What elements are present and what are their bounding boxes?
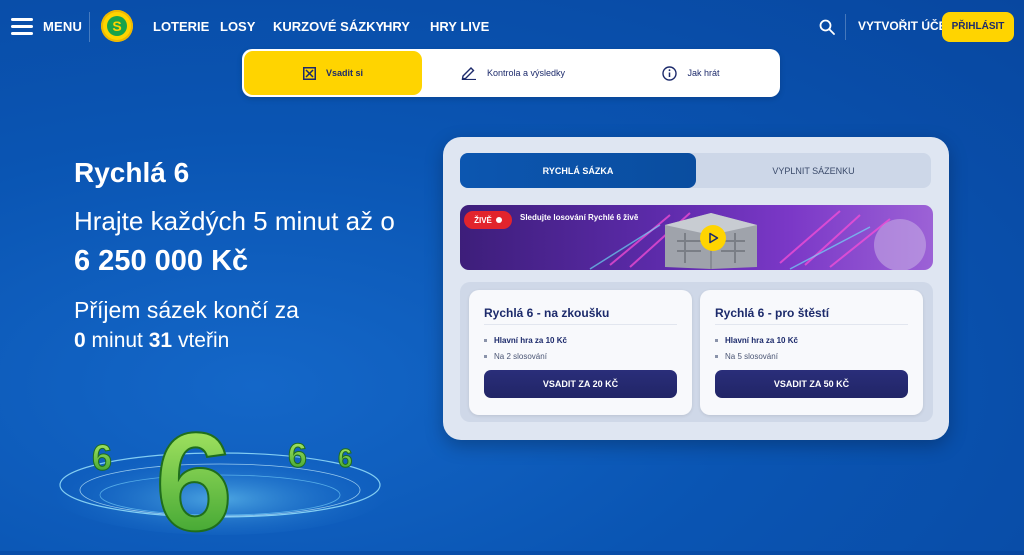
countdown-minutes: 0 xyxy=(74,329,86,352)
tab-vsadit-si[interactable]: Vsadit si xyxy=(244,51,422,95)
countdown-seconds: 31 xyxy=(148,329,173,352)
bet-card-draws: Na 5 slosování xyxy=(715,352,778,361)
svg-text:6: 6 xyxy=(338,443,352,473)
bet-card-main-game: Hlavní hra za 10 Kč xyxy=(715,336,798,345)
sazka-logo[interactable]: S xyxy=(101,10,133,42)
game-subtitle: Hrajte každých 5 minut až o xyxy=(74,206,395,236)
countdown-label: Příjem sázek končí za xyxy=(74,297,299,323)
bet-card: Rychlá 6 - pro štěstí Hlavní hra za 10 K… xyxy=(700,290,923,415)
bet-card: Rychlá 6 - na zkoušku Hlavní hra za 10 K… xyxy=(469,290,692,415)
bet-mode-tabs: Vsadit si Kontrola a výsledky Jak hrát xyxy=(242,49,780,97)
tab-rychla-sazka[interactable]: RYCHLÁ SÁZKA xyxy=(460,153,696,188)
bet-card-title: Rychlá 6 - pro štěstí xyxy=(715,306,830,320)
play-button[interactable] xyxy=(700,225,726,251)
nav-link-hry[interactable]: HRY xyxy=(383,19,410,34)
search-icon[interactable] xyxy=(819,19,835,35)
svg-text:6: 6 xyxy=(288,437,307,475)
bet-20-button[interactable]: VSADIT ZA 20 KČ xyxy=(484,370,677,398)
nav-link-kurzove-sazky[interactable]: KURZOVÉ SÁZKY xyxy=(273,19,384,34)
pencil-icon xyxy=(461,66,477,80)
play-icon xyxy=(709,232,719,244)
nav-link-hry-live[interactable]: HRY LIVE xyxy=(430,19,489,34)
menu-label[interactable]: MENU xyxy=(43,19,82,34)
login-button[interactable]: PŘIHLÁSIT xyxy=(942,12,1014,42)
game-title: Rychlá 6 xyxy=(74,157,190,188)
card-divider xyxy=(715,324,908,325)
tab-kontrola-a-vysledky[interactable]: Kontrola a výsledky xyxy=(424,49,602,97)
svg-text:6: 6 xyxy=(155,403,233,555)
rychla-6-hero-graphic: 6 6 6 6 xyxy=(50,402,390,555)
bet-type-switch: RYCHLÁ SÁZKA VYPLNIT SÁZENKU xyxy=(460,153,931,188)
card-divider xyxy=(484,324,677,325)
ticket-x-icon xyxy=(302,66,316,80)
live-badge: ŽIVĚ xyxy=(464,211,512,229)
svg-text:6: 6 xyxy=(92,437,112,478)
live-dot-icon xyxy=(495,217,502,223)
live-banner-text: Sledujte losování Rychlé 6 živě xyxy=(520,213,639,222)
nav-divider-right xyxy=(845,14,846,40)
tab-jak-hrat[interactable]: Jak hrát xyxy=(602,49,780,97)
logo-letter: S xyxy=(107,16,127,36)
info-icon xyxy=(662,65,678,81)
countdown-seconds-word: vteřin xyxy=(177,329,230,352)
tab-label: Kontrola a výsledky xyxy=(486,68,566,78)
top-navigation: MENU S LOTERIE LOSY KURZOVÉ SÁZKY HRY HR… xyxy=(0,0,1024,54)
nav-link-losy[interactable]: LOSY xyxy=(220,19,255,34)
nav-divider xyxy=(89,12,90,42)
hamburger-menu-icon[interactable] xyxy=(11,18,33,36)
live-draw-banner[interactable]: ŽIVĚ Sledujte losování Rychlé 6 živě xyxy=(460,205,933,270)
bet-card-draws: Na 2 slosování xyxy=(484,352,547,361)
live-badge-label: ŽIVĚ xyxy=(474,215,492,225)
bet-50-button[interactable]: VSADIT ZA 50 KČ xyxy=(715,370,908,398)
quick-bet-panel: RYCHLÁ SÁZKA VYPLNIT SÁZENKU ŽIVĚ Sleduj… xyxy=(443,137,949,440)
countdown-timer: 0 minut 31 vteřin xyxy=(74,329,229,353)
countdown-minutes-word: minut xyxy=(91,329,143,352)
tab-label: Jak hrát xyxy=(687,68,720,78)
bet-card-main-game: Hlavní hra za 10 Kč xyxy=(484,336,567,345)
create-account-link[interactable]: VYTVOŘIT ÚČET xyxy=(858,19,954,33)
tab-vyplnit-sazenku[interactable]: VYPLNIT SÁZENKU xyxy=(696,153,931,188)
bet-card-title: Rychlá 6 - na zkoušku xyxy=(484,306,610,320)
bet-cards: Rychlá 6 - na zkoušku Hlavní hra za 10 K… xyxy=(460,282,933,422)
jackpot-amount: 6 250 000 Kč xyxy=(74,245,249,277)
tab-label: Vsadit si xyxy=(325,68,363,78)
nav-link-loterie[interactable]: LOTERIE xyxy=(153,19,209,34)
